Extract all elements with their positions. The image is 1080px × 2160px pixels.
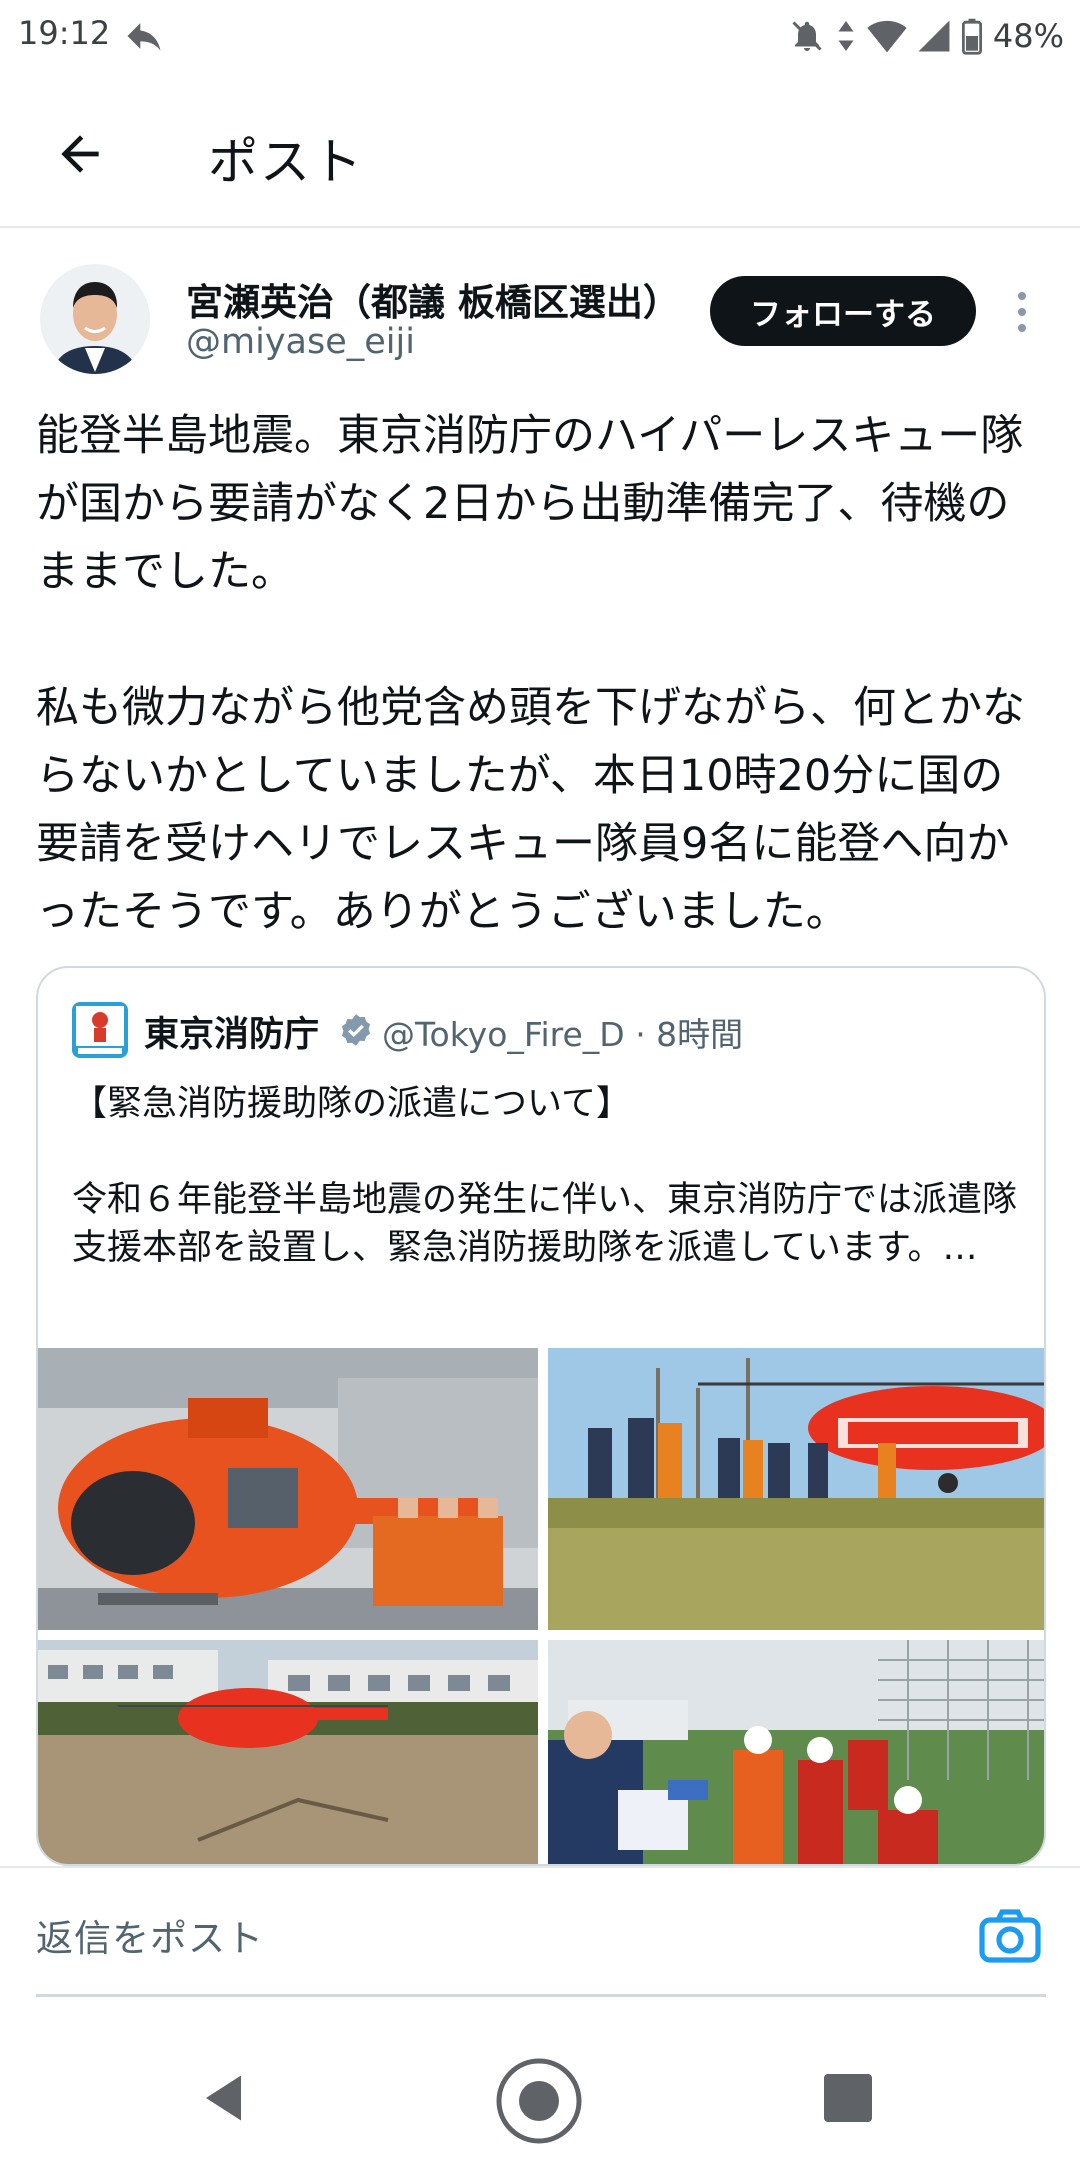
author-avatar[interactable] bbox=[40, 264, 150, 374]
follow-button[interactable]: フォローする bbox=[710, 276, 976, 346]
author-handle[interactable]: @miyase_eiji bbox=[186, 322, 415, 362]
reply-arrow-icon bbox=[122, 14, 166, 58]
rescue-team-unloading-photo[interactable] bbox=[548, 1640, 1044, 1864]
post-text: 能登半島地震。東京消防庁のハイパーレスキュー隊が国から要請がなく2日から出動準備… bbox=[36, 402, 1046, 946]
quoted-author-avatar bbox=[72, 1002, 128, 1058]
quoted-post-text: 【緊急消防援助隊の派遣について】 令和６年能登半島地震の発生に伴い、東京消防庁で… bbox=[72, 1080, 1022, 1272]
reply-underline bbox=[36, 1994, 1046, 1997]
verified-badge-icon bbox=[338, 1012, 374, 1048]
quoted-handle-time: @Tokyo_Fire_D · 8時間 bbox=[382, 1015, 744, 1054]
system-nav-bar bbox=[0, 2016, 1080, 2160]
helicopter-field-boarding-photo[interactable] bbox=[548, 1348, 1044, 1630]
battery-icon bbox=[961, 17, 983, 55]
quoted-post-card[interactable]: 東京消防庁 @Tokyo_Fire_D · 8時間 【緊急消防援助隊の派遣につい… bbox=[36, 966, 1046, 1866]
signal-icon bbox=[917, 18, 951, 54]
author-name[interactable]: 宮瀬英治（都議 板橋区選出） bbox=[186, 272, 680, 326]
status-bar: 19:12 48% bbox=[0, 0, 1080, 72]
post-paragraph: 私も微力ながら他党含め頭を下げながら、何とかならないかとしていましたが、本日10… bbox=[36, 683, 1025, 937]
page-title: ポスト bbox=[208, 133, 364, 191]
bell-off-icon bbox=[789, 18, 825, 54]
quoted-author-name: 東京消防庁 bbox=[144, 1015, 320, 1055]
helicopter-landing-school-photo[interactable] bbox=[38, 1640, 538, 1864]
quoted-body: 令和６年能登半島地震の発生に伴い、東京消防庁では派遣隊支援本部を設置し、緊急消防… bbox=[72, 1180, 1018, 1268]
camera-button[interactable] bbox=[978, 1906, 1042, 1966]
quoted-title: 【緊急消防援助隊の派遣について】 bbox=[72, 1084, 631, 1124]
camera-icon bbox=[979, 1909, 1041, 1963]
status-time: 19:12 bbox=[18, 14, 111, 52]
more-options-button[interactable] bbox=[1002, 284, 1042, 340]
nav-home-icon[interactable] bbox=[494, 2056, 584, 2146]
post-detail-screen: 19:12 48% ポスト 宮瀬英治（都議 板橋区選出） @miyase_eij… bbox=[0, 0, 1080, 2160]
reply-bar: 返信をポスト bbox=[0, 1866, 1080, 1997]
media-grid bbox=[38, 1348, 1044, 1864]
helicopter-hangar-photo[interactable] bbox=[38, 1348, 538, 1630]
arrow-left-icon bbox=[61, 135, 99, 173]
back-button[interactable] bbox=[40, 114, 120, 194]
more-vertical-icon bbox=[1018, 292, 1026, 300]
post-paragraph: 能登半島地震。東京消防庁のハイパーレスキュー隊が国から要請がなく2日から出動準備… bbox=[36, 411, 1024, 597]
reply-input[interactable]: 返信をポスト bbox=[36, 1908, 264, 1962]
data-arrows-icon bbox=[835, 18, 857, 54]
battery-level: 48% bbox=[992, 17, 1064, 55]
nav-back-icon[interactable] bbox=[196, 2068, 256, 2128]
nav-recents-icon[interactable] bbox=[824, 2074, 872, 2122]
status-icons: 48% bbox=[789, 14, 1064, 58]
top-app-bar: ポスト bbox=[0, 80, 1080, 228]
wifi-icon bbox=[867, 18, 907, 54]
